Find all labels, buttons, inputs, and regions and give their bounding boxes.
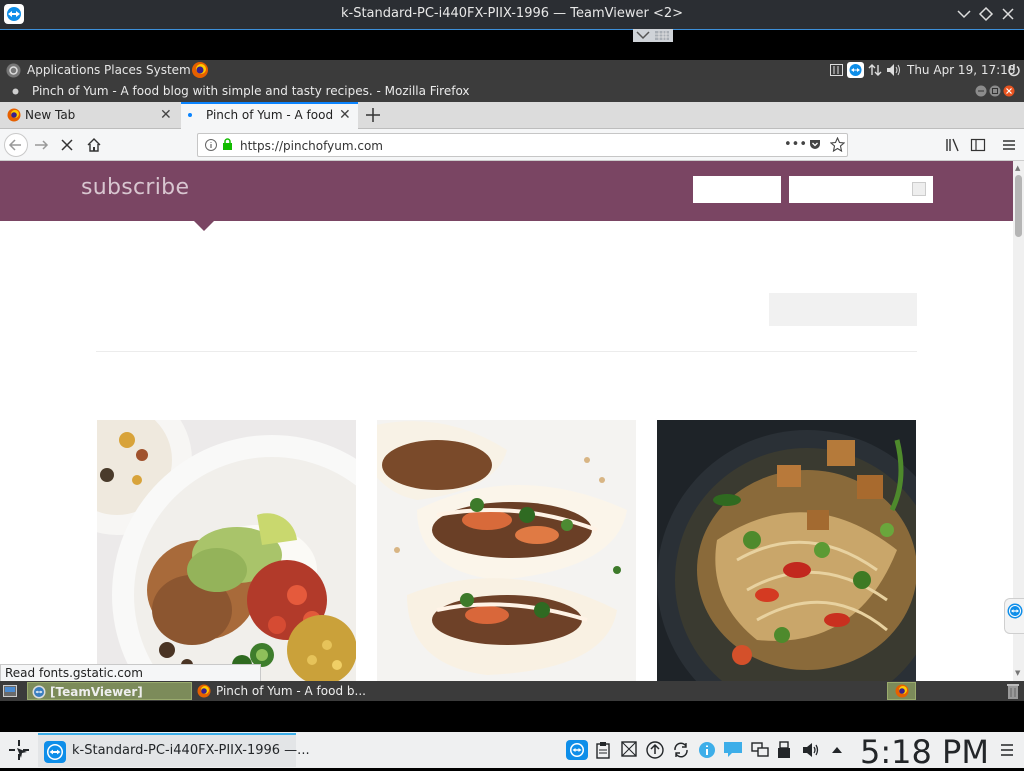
taskbar-teamviewer[interactable]: [TeamViewer] (27, 682, 192, 700)
back-button[interactable] (4, 133, 28, 157)
search-icon[interactable] (912, 182, 926, 196)
header-pointer-arrow (194, 221, 214, 231)
stop-loading-icon[interactable] (60, 138, 74, 152)
site-search-input[interactable] (789, 176, 933, 203)
gnome-bottom-panel: [TeamViewer] Pinch of Yum - A food b... (0, 681, 1024, 701)
clipboard-icon[interactable] (596, 741, 614, 759)
status-text: Read fonts.gstatic.com (5, 666, 143, 680)
secure-lock-icon (222, 138, 233, 151)
library-icon[interactable] (945, 137, 961, 153)
teamviewer-titlebar: k-Standard-PC-i440FX-PIIX-1996 — TeamVie… (0, 0, 1024, 29)
subscribe-link[interactable]: subscribe (81, 175, 189, 200)
sidebar-toggle-icon[interactable] (970, 137, 986, 153)
site-header: subscribe (0, 161, 1013, 221)
scroll-down-arrow-icon[interactable]: ▼ (1015, 669, 1020, 677)
tab-close-icon[interactable]: ✕ (339, 107, 351, 123)
teamviewer-window-title: k-Standard-PC-i440FX-PIIX-1996 — TeamVie… (340, 6, 684, 21)
minimize-chevron-icon[interactable] (955, 5, 973, 23)
panel-menu-icon[interactable] (999, 742, 1015, 758)
menu-places[interactable]: Places (104, 63, 142, 77)
menu-system[interactable]: System (146, 63, 191, 77)
firefox-nav-bar: https://pinchofyum.com ••• (0, 129, 1024, 161)
network-arrows-icon[interactable] (868, 63, 882, 77)
firefox-icon (197, 684, 211, 698)
volume-icon[interactable] (886, 63, 902, 77)
taskbar-label: Pinch of Yum - A food b... (216, 684, 366, 698)
teamviewer-logo-icon (44, 741, 66, 763)
menu-applications[interactable]: Applications (27, 63, 100, 77)
application-launcher-icon[interactable] (7, 738, 31, 762)
header-blank-button[interactable] (693, 176, 781, 203)
web-content: subscribe (0, 161, 1013, 681)
scrollbar-thumb[interactable] (1015, 175, 1022, 237)
show-desktop-icon[interactable] (3, 685, 17, 697)
maximize-diamond-icon[interactable] (977, 5, 995, 23)
window-close-button[interactable] (1003, 85, 1015, 97)
loading-placeholder-box (769, 293, 917, 326)
new-tab-plus-icon[interactable] (364, 105, 382, 125)
tab-pinch-of-yum[interactable]: Pinch of Yum - A food bl ✕ (181, 102, 358, 129)
firefox-icon (895, 684, 909, 698)
site-info-icon[interactable] (205, 139, 217, 151)
teamviewer-tray-icon[interactable] (847, 62, 864, 78)
window-menu-dot-icon[interactable] (12, 88, 19, 95)
pocket-icon[interactable] (808, 138, 822, 152)
kde-digital-clock[interactable]: 5:18 PM (860, 733, 989, 771)
taskbar-firefox[interactable]: Pinch of Yum - A food b... (194, 682, 366, 700)
panel-clock[interactable]: Thu Apr 19, 17:18 (907, 63, 1015, 77)
page-actions-ellipsis-icon[interactable]: ••• (784, 137, 807, 152)
teamviewer-logo-icon (1007, 603, 1023, 619)
firefox-favicon-icon (7, 108, 21, 122)
recipe-image-stir-fry[interactable] (657, 420, 916, 681)
taskbar-label: [TeamViewer] (50, 685, 143, 699)
section-divider (96, 351, 917, 352)
forward-button[interactable] (33, 137, 51, 153)
usb-device-icon[interactable] (777, 741, 795, 759)
loading-dot-icon (187, 112, 193, 118)
info-icon[interactable] (698, 741, 716, 759)
updates-icon[interactable] (646, 741, 664, 759)
tab-new-tab[interactable]: New Tab ✕ (0, 102, 180, 129)
sync-icon[interactable] (672, 741, 690, 759)
gnome-top-panel: Applications Places System Thu Apr 19, 1… (0, 60, 1024, 80)
trash-icon[interactable] (1005, 682, 1021, 700)
close-icon[interactable] (999, 5, 1017, 23)
firefox-launcher-icon[interactable] (191, 61, 209, 79)
recipe-image-tacos[interactable] (377, 420, 636, 681)
window-minimize-button[interactable] (975, 85, 987, 97)
teamviewer-side-panel-tab[interactable] (1004, 598, 1024, 634)
volume-icon[interactable] (802, 741, 820, 759)
teamviewer-tray-icon[interactable] (566, 740, 588, 760)
screenshot-icon[interactable] (621, 741, 639, 759)
url-bar[interactable]: https://pinchofyum.com ••• (197, 133, 848, 157)
firefox-tab-bar: New Tab ✕ Pinch of Yum - A food bl ✕ (0, 102, 1024, 129)
hamburger-menu-icon[interactable] (1001, 137, 1017, 153)
tab-close-icon[interactable]: ✕ (160, 107, 172, 123)
tab-label: Pinch of Yum - A food bl (206, 108, 337, 122)
firefox-window-title: Pinch of Yum - A food blog with simple a… (32, 84, 470, 98)
tab-label: New Tab (25, 108, 76, 122)
firefox-status-panel: Read fonts.gstatic.com (0, 664, 261, 682)
workspace-switcher[interactable] (887, 682, 916, 700)
remote-screen-margin-bottom (0, 701, 1024, 732)
network-icon[interactable] (751, 741, 769, 759)
url-text[interactable]: https://pinchofyum.com (240, 139, 383, 153)
window-maximize-button[interactable] (989, 85, 1001, 97)
kde-task-teamviewer[interactable]: k-Standard-PC-i440FX-PIIX-1996 —... (38, 733, 310, 767)
home-icon[interactable] (86, 137, 102, 153)
remote-screen-margin (0, 30, 1024, 60)
notifications-icon[interactable] (723, 741, 742, 759)
kde-taskbar: k-Standard-PC-i440FX-PIIX-1996 —... 5:18… (0, 732, 1024, 771)
firefox-titlebar: Pinch of Yum - A food blog with simple a… (0, 80, 1024, 102)
recipe-image-burrito-bowl[interactable] (97, 420, 356, 681)
power-icon[interactable] (1007, 63, 1021, 77)
tray-expand-arrow-icon[interactable] (830, 741, 848, 759)
teamviewer-logo-icon (32, 685, 46, 699)
keyboard-layout-icon[interactable] (830, 64, 843, 76)
kde-task-label: k-Standard-PC-i440FX-PIIX-1996 —... (72, 743, 310, 758)
teamviewer-toolbar-handle[interactable] (633, 29, 673, 42)
bookmark-star-icon[interactable] (830, 137, 845, 152)
scroll-up-arrow-icon[interactable]: ▲ (1015, 164, 1020, 172)
ubuntu-logo-icon[interactable] (6, 63, 21, 78)
